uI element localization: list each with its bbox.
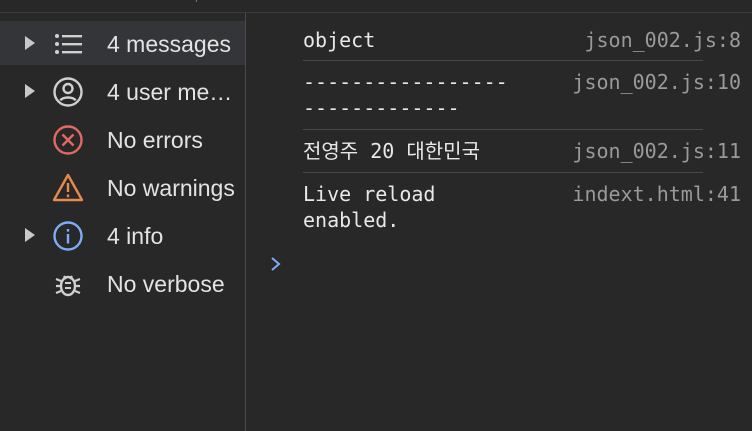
expand-arrow-icon[interactable] — [25, 228, 35, 242]
chevron-right-icon[interactable] — [268, 253, 284, 275]
message-text: object — [303, 28, 376, 52]
message-text: 전영주 20 대한민국 — [303, 139, 480, 163]
top-strip — [0, 0, 752, 13]
list-icon — [55, 34, 82, 54]
source-link[interactable]: indext.html:41 — [572, 181, 741, 207]
error-x-circle-icon — [53, 125, 83, 155]
info-circle-icon — [53, 221, 83, 251]
source-link[interactable]: json_002.js:11 — [572, 138, 741, 164]
tab-edge — [196, 0, 201, 2]
console-message: object json_002.js:8 — [303, 27, 749, 55]
sidebar-item-label: 4 messages — [107, 31, 232, 57]
warning-triangle-icon — [52, 173, 84, 202]
user-circle-icon — [53, 77, 83, 107]
sidebar-item-label: 4 user messages — [107, 79, 243, 105]
message-divider — [303, 129, 703, 130]
sidebar-item-user-messages[interactable]: 4 user messages — [0, 69, 245, 113]
sidebar-item-messages[interactable]: 4 messages — [0, 21, 245, 65]
message-divider — [303, 60, 703, 61]
source-link[interactable]: json_002.js:8 — [584, 27, 741, 53]
expand-arrow-icon[interactable] — [25, 36, 35, 50]
sidebar-item-label: No errors — [107, 127, 203, 153]
sidebar-item-label: No warnings — [107, 175, 235, 201]
message-text: Live reload enabled. — [303, 182, 436, 232]
sidebar-item-warnings[interactable]: No warnings — [0, 165, 245, 209]
source-link[interactable]: json_002.js:10 — [572, 69, 741, 95]
sidebar-item-label: 4 info — [107, 223, 164, 249]
message-divider — [303, 172, 703, 173]
console-messages: object json_002.js:8 -------------------… — [246, 13, 752, 431]
sidebar-item-label: No verbose — [107, 271, 225, 297]
console-panel: 4 messages 4 user messages No errors — [0, 0, 752, 431]
console-message: Live reload enabled. indext.html:41 — [303, 181, 749, 237]
console-message: ------------------------------ json_002.… — [303, 69, 749, 125]
sidebar-item-info[interactable]: 4 info — [0, 213, 245, 257]
sidebar-item-errors[interactable]: No errors — [0, 117, 245, 161]
console-message: 전영주 20 대한민국 json_002.js:11 — [303, 138, 749, 166]
expand-arrow-icon[interactable] — [25, 84, 35, 98]
bug-icon — [55, 275, 81, 297]
console-sidebar: 4 messages 4 user messages No errors — [0, 13, 246, 431]
sidebar-item-verbose[interactable]: No verbose — [0, 261, 245, 305]
message-text: ------------------------------ — [303, 70, 508, 120]
